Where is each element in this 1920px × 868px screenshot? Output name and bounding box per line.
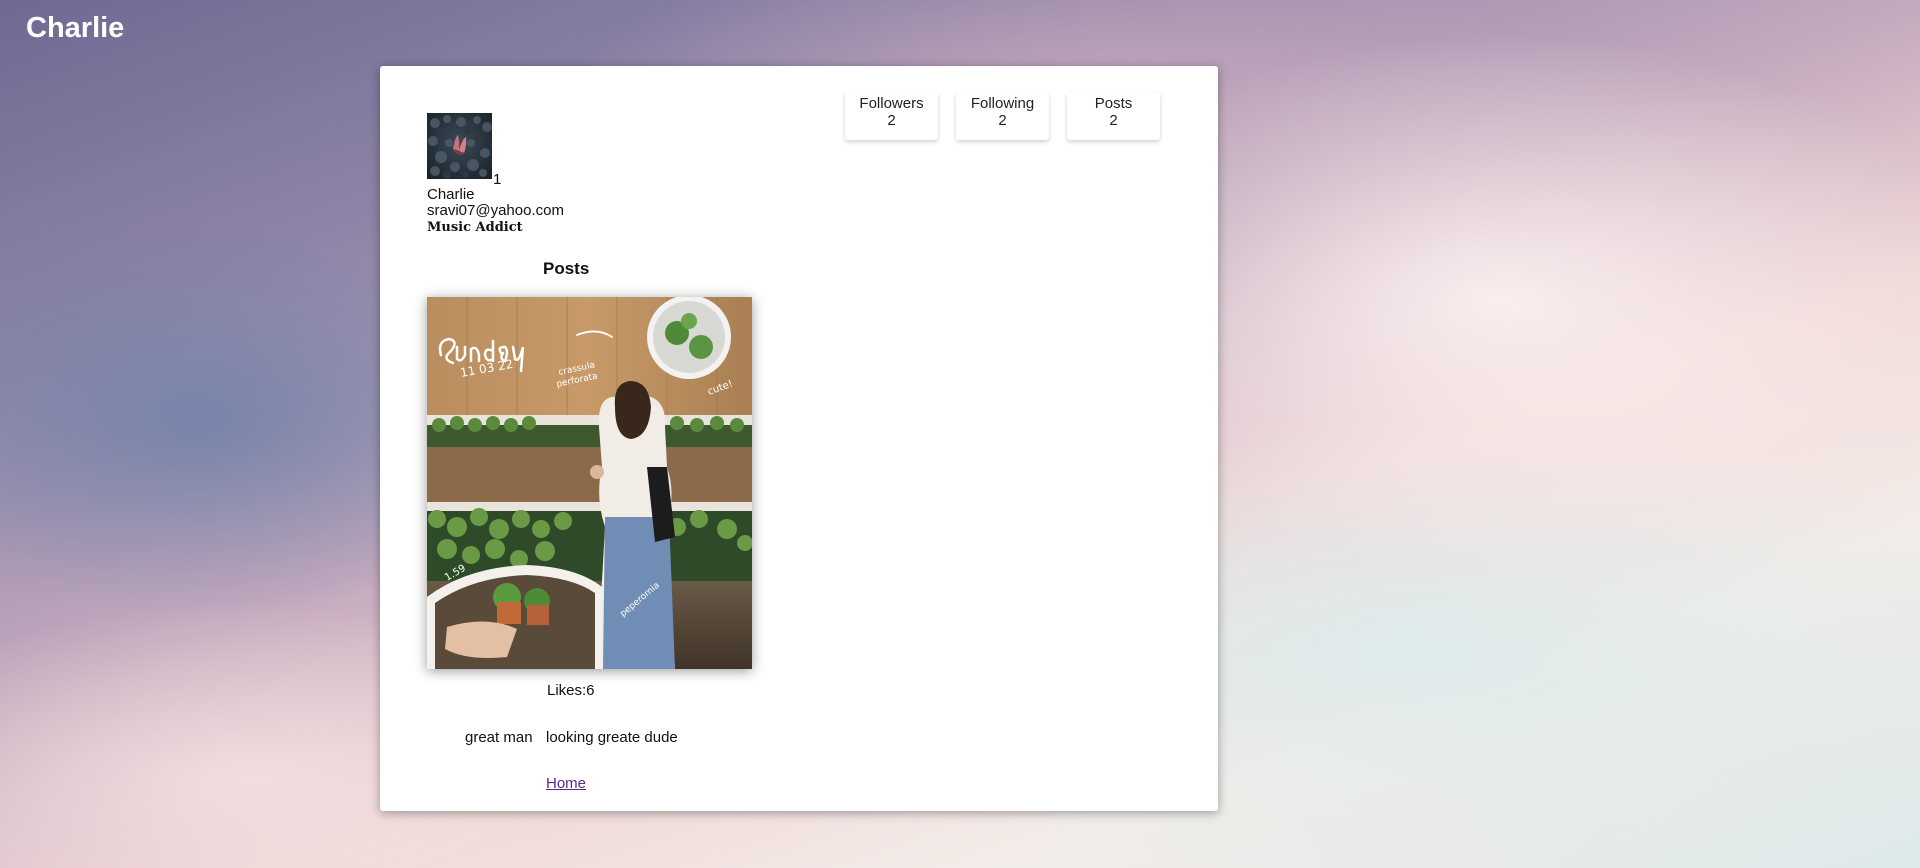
posts-heading: Posts [543,259,590,278]
profile-card: Followers 2 Following 2 Posts 2 1 Charli… [380,66,1218,811]
followers-stat[interactable]: Followers 2 [845,92,938,140]
comment-username: great man [465,729,533,746]
avatar-row: 1 [427,113,564,188]
comment-text: looking greate dude [546,729,678,746]
home-link[interactable]: Home [546,775,586,792]
posts-count: 2 [1109,112,1118,129]
profile-email: sravi07@yahoo.com [427,202,564,219]
post-photo: 11 03 22 crassula perforata cute! 1.59 p… [427,297,752,669]
followers-label: Followers [859,95,924,112]
site-title: Charlie [26,12,125,44]
posts-stat[interactable]: Posts 2 [1067,92,1160,140]
avatar-count: 1 [493,171,502,188]
post-likes: Likes:6 [547,682,595,699]
stats-bar: Followers 2 Following 2 Posts 2 [845,92,1160,140]
avatar[interactable] [427,113,492,179]
following-stat[interactable]: Following 2 [956,92,1049,140]
profile-bio: Music Addict [427,220,523,235]
posts-label: Posts [1094,95,1133,112]
following-count: 2 [998,112,1007,129]
following-label: Following [970,95,1035,112]
profile-name: Charlie [427,186,475,203]
post-image[interactable]: 11 03 22 crassula perforata cute! 1.59 p… [427,297,752,669]
followers-count: 2 [887,112,896,129]
profile-info: 1 Charlie sravi07@yahoo.com Music Addict [427,113,564,236]
